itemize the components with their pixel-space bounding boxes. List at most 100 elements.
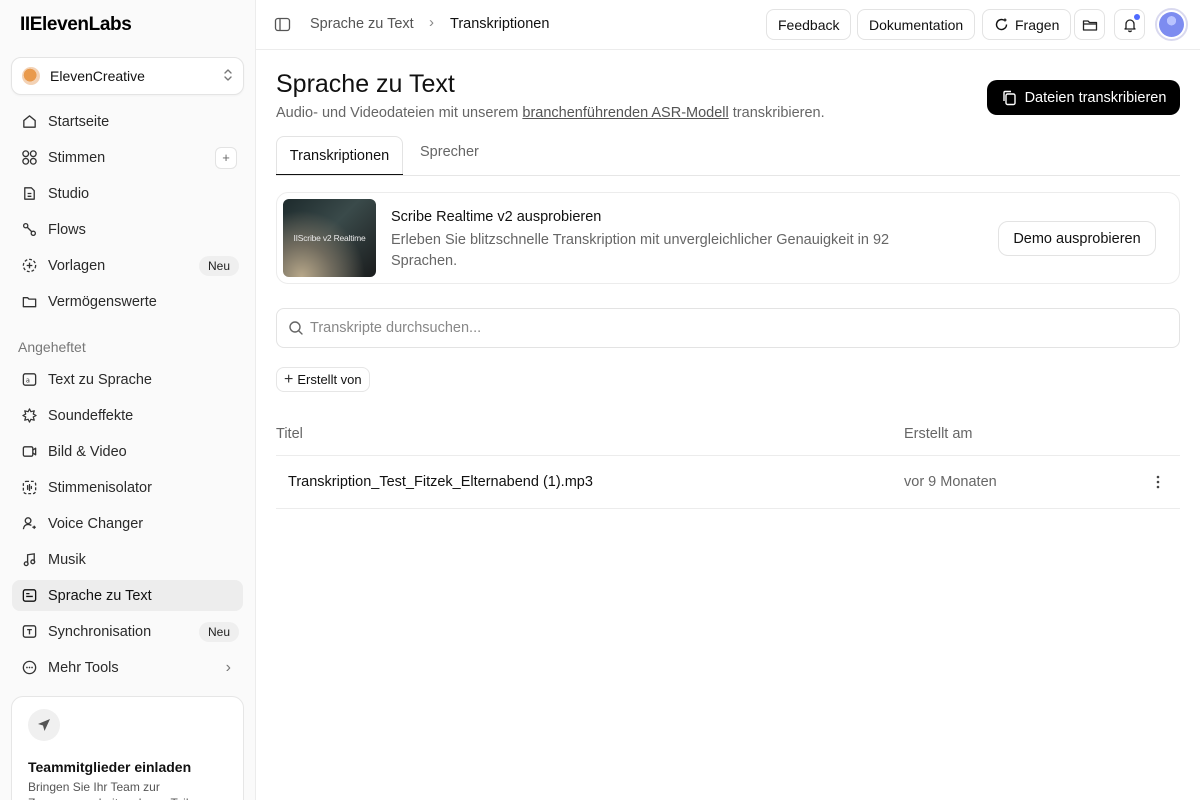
bell-icon (1122, 13, 1140, 33)
transcribe-files-button[interactable]: Dateien transkribieren (987, 80, 1180, 115)
ask-icon (994, 17, 1009, 32)
subtitle-text: Audio- und Videodateien mit unserem (276, 105, 523, 121)
sidebar-item-label: Vorlagen (48, 257, 106, 274)
table-header-divider (276, 455, 1180, 456)
sidebar-item-bild-video[interactable]: Bild & Video (12, 436, 243, 467)
studio-icon (20, 185, 38, 203)
promo-text: Erleben Sie blitzschnelle Transkription … (391, 232, 890, 269)
sidebar-item-stimmen[interactable]: Stimmen + (12, 142, 243, 173)
row-created: vor 9 Monaten (904, 474, 997, 490)
sidebar-item-label: Vermögenswerte (48, 293, 157, 310)
tab-sprecher[interactable]: Sprecher (420, 144, 479, 160)
workspace-avatar (22, 67, 40, 85)
app-logo[interactable]: IIElevenLabs (20, 14, 132, 36)
feedback-button[interactable]: Feedback (766, 9, 852, 40)
avatar-image (1159, 12, 1184, 37)
notification-dot (1133, 13, 1140, 20)
svg-text:a: a (25, 376, 29, 384)
promo-thumbnail-text: IIScribe v2 Realtime (293, 233, 366, 243)
invite-title: Teammitglieder einladen (28, 759, 192, 775)
breadcrumb-separator-icon: › (429, 14, 434, 31)
sidebar-item-label: Sprache zu Text (48, 587, 152, 604)
sidebar-item-mehr-tools[interactable]: Mehr Tools › (12, 652, 243, 683)
table-row-divider (276, 508, 1180, 509)
subtitle-text-end: transkribieren. (728, 105, 825, 121)
search-bar[interactable] (276, 308, 1180, 348)
home-icon (20, 113, 38, 131)
invite-text: Bringen Sie Ihr Team zur Zusammenarbeit … (28, 780, 202, 800)
sidebar-item-stimmenisolator[interactable]: Stimmenisolator (12, 472, 243, 503)
sound-effects-icon (20, 407, 38, 425)
breadcrumb-current: Transkriptionen (450, 16, 550, 32)
voice-changer-icon (20, 515, 38, 533)
sidebar-item-label: Text zu Sprache (48, 371, 152, 388)
sidebar: IIElevenLabs ElevenCreative Startseite S… (0, 0, 256, 800)
column-header-title[interactable]: Titel (276, 426, 303, 442)
topbar: Sprache zu Text › Transkriptionen Feedba… (256, 0, 1200, 50)
breadcrumb-parent[interactable]: Sprache zu Text (310, 16, 414, 32)
sidebar-item-label: Startseite (48, 113, 110, 130)
user-avatar[interactable] (1155, 8, 1188, 41)
page-title: Sprache zu Text (276, 70, 455, 98)
ask-button[interactable]: Fragen (982, 9, 1072, 40)
sidebar-item-label: Mehr Tools (48, 659, 119, 676)
sidebar-item-studio[interactable]: Studio (12, 178, 243, 209)
sidebar-toggle-icon[interactable] (274, 16, 291, 33)
promo-card: IIScribe v2 Realtime Scribe Realtime v2 … (276, 192, 1180, 284)
row-title[interactable]: Transkription_Test_Fitzek_Elternabend (1… (288, 474, 593, 490)
music-icon (20, 551, 38, 569)
sidebar-item-startseite[interactable]: Startseite (12, 106, 243, 137)
folder-icon (1082, 17, 1098, 33)
filter-label: Erstellt von (297, 372, 362, 387)
more-vertical-icon[interactable] (1148, 472, 1168, 492)
sidebar-item-synchronisation[interactable]: Synchronisation Neu (12, 616, 243, 647)
sidebar-item-label: Musik (48, 551, 86, 568)
workspace-name: ElevenCreative (50, 68, 145, 84)
send-icon (28, 709, 60, 741)
notifications-button[interactable] (1114, 9, 1145, 40)
sidebar-item-soundeffekte[interactable]: Soundeffekte (12, 400, 243, 431)
sidebar-item-vermoegenswerte[interactable]: Vermögenswerte (12, 286, 243, 317)
sidebar-item-text-zu-sprache[interactable]: a Text zu Sprache (12, 364, 243, 395)
sidebar-item-label: Bild & Video (48, 443, 127, 460)
folder-icon (20, 293, 38, 311)
sidebar-item-label: Soundeffekte (48, 407, 134, 424)
sidebar-item-vorlagen[interactable]: Vorlagen Neu (12, 250, 243, 281)
more-icon (20, 659, 38, 677)
chevron-right-icon: › (225, 658, 231, 676)
created-by-filter[interactable]: + Erstellt von (276, 367, 370, 392)
tab-transkriptionen[interactable]: Transkriptionen (276, 136, 403, 176)
chevron-updown-icon (223, 68, 233, 84)
sidebar-item-label: Flows (48, 221, 86, 238)
files-button[interactable] (1074, 9, 1105, 40)
sidebar-item-label: Studio (48, 185, 90, 202)
asr-model-link[interactable]: branchenführenden ASR-Modell (522, 105, 728, 121)
sidebar-item-voice-changer[interactable]: Voice Changer (12, 508, 243, 539)
sidebar-item-label: Synchronisation (48, 623, 152, 640)
grid-icon (20, 149, 38, 167)
search-input[interactable] (310, 320, 1110, 336)
copy-icon (1002, 90, 1016, 105)
transcribe-files-label: Dateien transkribieren (1024, 89, 1167, 106)
ask-label: Fragen (1015, 16, 1060, 33)
dubbing-icon (20, 623, 38, 641)
sidebar-item-flows[interactable]: Flows (12, 214, 243, 245)
sidebar-item-label: Stimmen (48, 149, 106, 166)
new-badge: Neu (198, 255, 239, 276)
documentation-button[interactable]: Dokumentation (857, 9, 976, 40)
add-voice-button[interactable]: + (215, 146, 237, 169)
workspace-switcher[interactable]: ElevenCreative (11, 57, 244, 95)
sidebar-item-sprache-zu-text[interactable]: Sprache zu Text (12, 580, 243, 611)
plus-icon: + (284, 370, 294, 388)
sparkle-icon (20, 257, 38, 275)
invite-team-card[interactable]: Teammitglieder einladen Bringen Sie Ihr … (11, 696, 244, 800)
search-icon (288, 320, 304, 336)
tabs-divider (276, 175, 1180, 176)
column-header-created[interactable]: Erstellt am (904, 426, 973, 442)
sidebar-item-label: Voice Changer (48, 515, 144, 532)
try-demo-button[interactable]: Demo ausprobieren (998, 221, 1156, 256)
page-subtitle: Audio- und Videodateien mit unserem bran… (276, 105, 825, 121)
text-to-speech-icon: a (20, 371, 38, 389)
promo-thumbnail: IIScribe v2 Realtime (283, 199, 376, 277)
sidebar-item-musik[interactable]: Musik (12, 544, 243, 575)
